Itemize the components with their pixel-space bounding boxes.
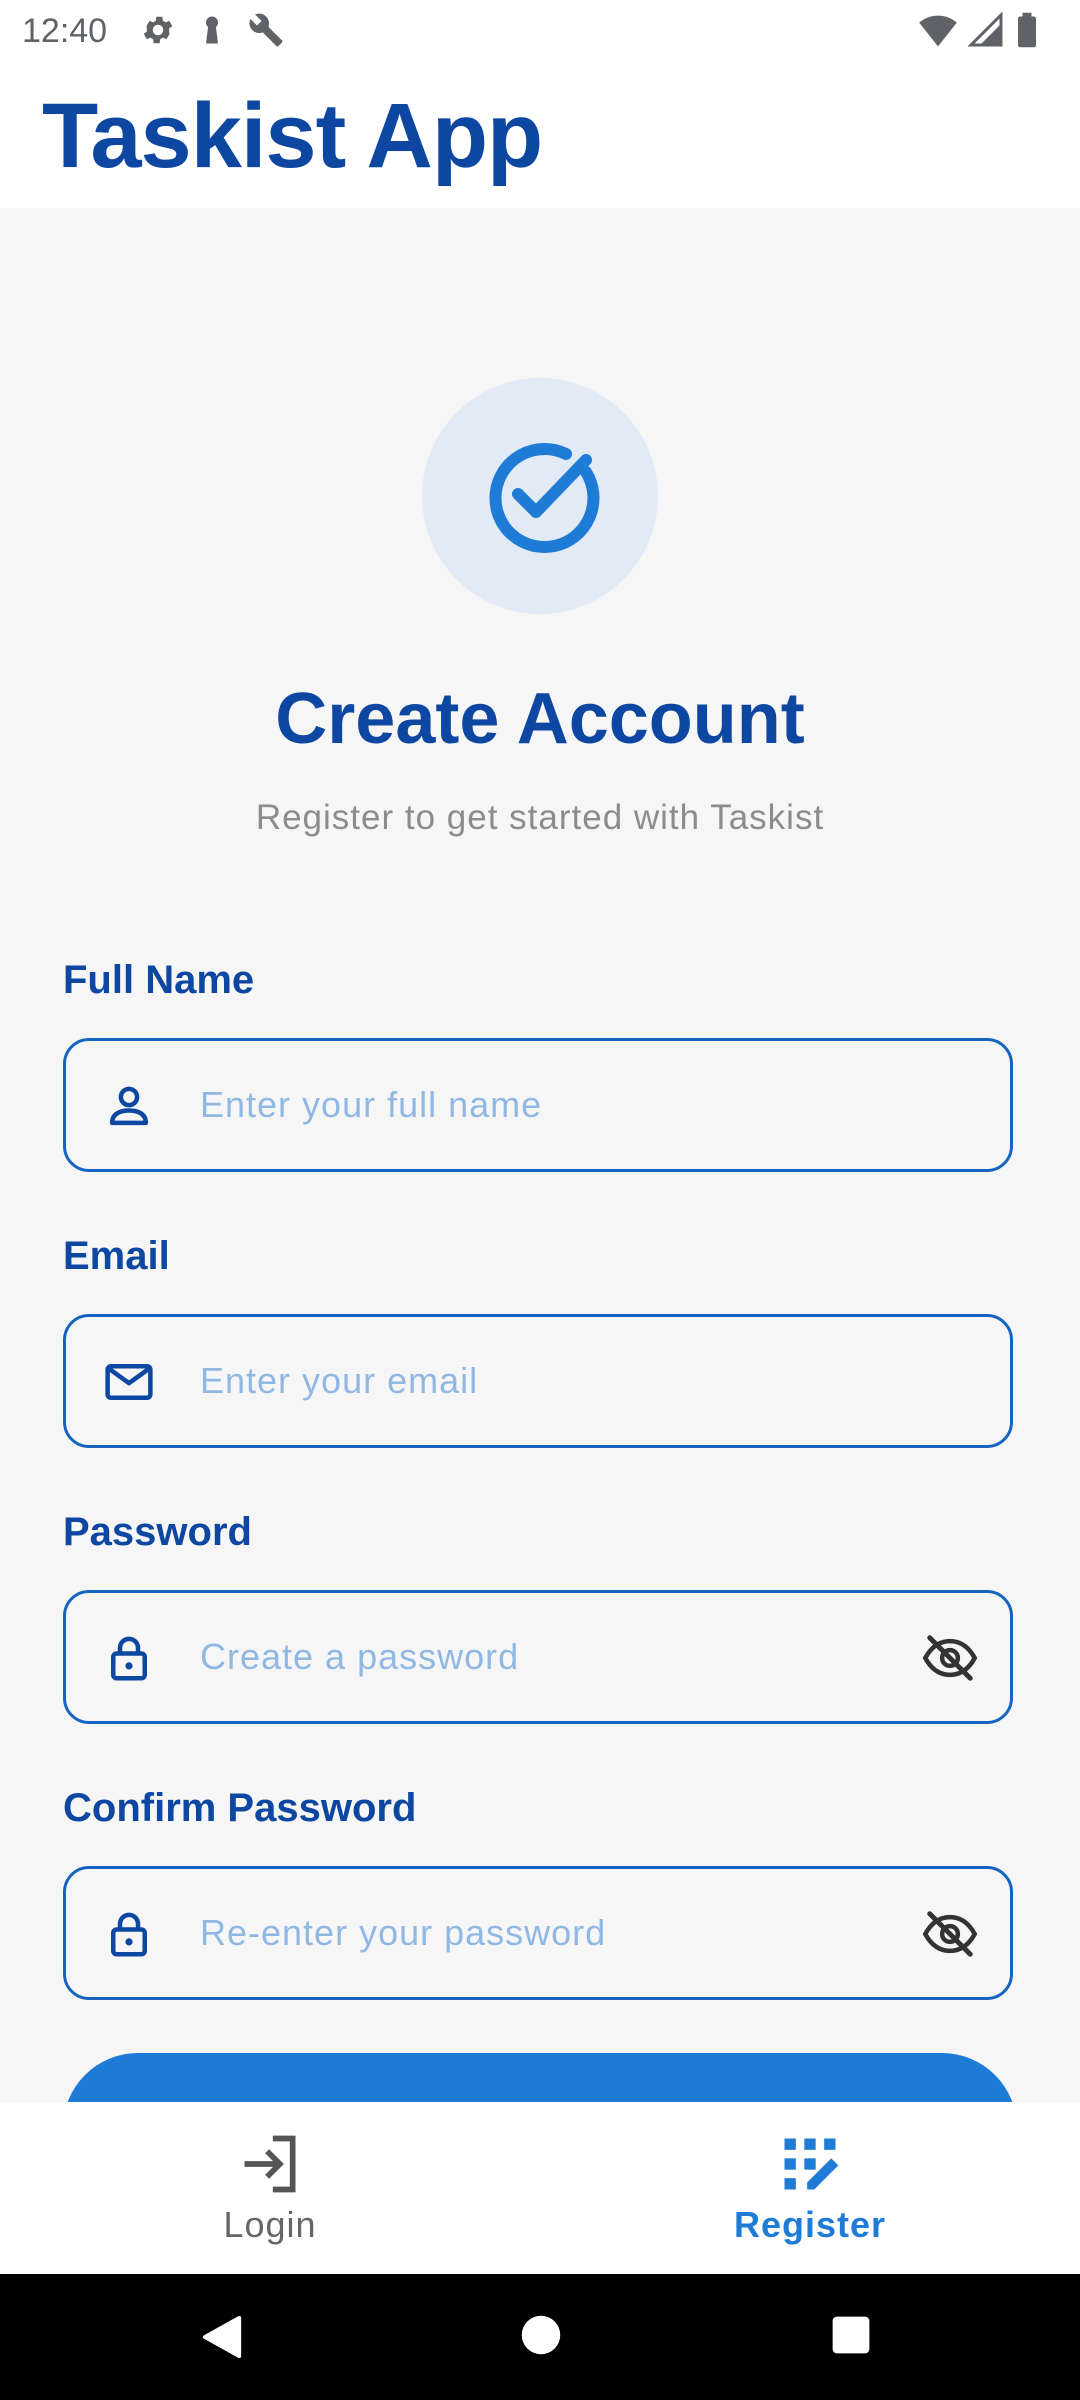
full-name-input[interactable]: [200, 1075, 840, 1135]
wifi-icon: [918, 12, 958, 48]
back-icon[interactable]: [200, 2314, 244, 2365]
check-circle-icon: [489, 443, 600, 554]
nav-label-login: Login: [223, 2204, 317, 2245]
app-logo: [422, 378, 658, 614]
app-bar: Taskist App: [0, 66, 1080, 208]
password-field[interactable]: [63, 1590, 1013, 1724]
battery-icon: [1014, 12, 1040, 48]
password-input[interactable]: [200, 1627, 840, 1687]
wrench-icon: [248, 12, 284, 48]
register-form-area[interactable]: Create Account Register to get started w…: [0, 208, 1080, 2102]
nav-label-register: Register: [733, 2204, 887, 2245]
recents-icon[interactable]: [830, 2314, 872, 2361]
person-icon: [102, 1079, 156, 1138]
settings-icon: [140, 12, 176, 48]
lock-icon: [102, 1631, 156, 1690]
status-time: 12:40: [22, 12, 108, 50]
password-label: Password: [63, 1510, 252, 1554]
login-icon: [236, 2130, 304, 2203]
home-icon[interactable]: [520, 2314, 562, 2361]
confirm-password-input[interactable]: [200, 1903, 840, 1963]
visibility-off-icon[interactable]: [920, 1907, 980, 1966]
page-title: Create Account: [275, 679, 805, 759]
nav-item-register[interactable]: Register: [540, 2102, 1080, 2274]
keyhole-icon: [194, 12, 230, 48]
system-nav-bar: [0, 2274, 1080, 2400]
register-submit-button[interactable]: [63, 2053, 1017, 2102]
bottom-nav: Login Register: [0, 2102, 1080, 2274]
email-field[interactable]: [63, 1314, 1013, 1448]
full-name-label: Full Name: [63, 958, 255, 1002]
visibility-off-icon[interactable]: [920, 1631, 980, 1690]
nav-item-login[interactable]: Login: [0, 2102, 540, 2274]
page-subtitle: Register to get started with Taskist: [255, 798, 825, 837]
app-registration-icon: [776, 2130, 844, 2203]
app-title: Taskist App: [42, 85, 543, 187]
confirm-password-field[interactable]: [63, 1866, 1013, 2000]
email-label: Email: [63, 1234, 170, 1278]
confirm-password-label: Confirm Password: [63, 1786, 417, 1830]
mail-icon: [102, 1355, 156, 1414]
full-name-field[interactable]: [63, 1038, 1013, 1172]
signal-icon: [968, 12, 1004, 48]
lock-icon: [102, 1907, 156, 1966]
email-input[interactable]: [200, 1351, 840, 1411]
status-bar: 12:40: [0, 0, 1080, 66]
